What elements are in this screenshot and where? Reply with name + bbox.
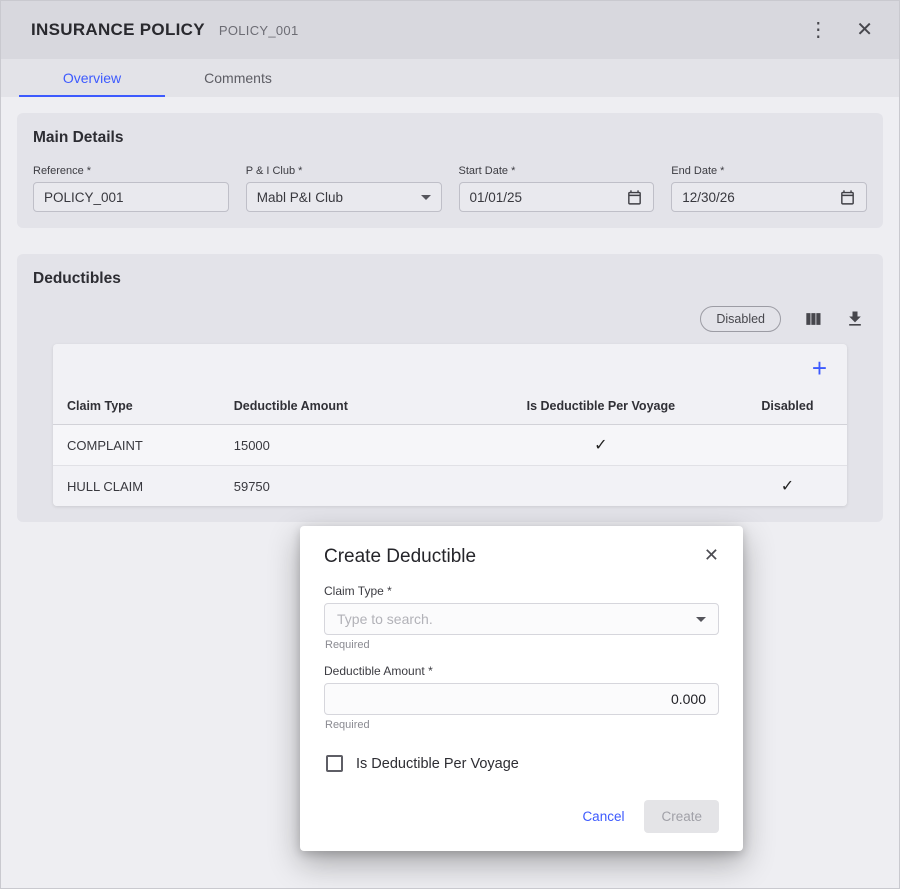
end-date-input[interactable]: 12/30/26 xyxy=(671,182,867,212)
cell-amount: 59750 xyxy=(220,466,474,507)
main-details-panel: Main Details Reference * P & I Club * Ma… xyxy=(17,113,883,228)
amount-required-hint: Required xyxy=(325,719,719,731)
claim-type-required-hint: Required xyxy=(325,639,719,651)
col-disabled: Disabled xyxy=(728,388,847,425)
dialog-header: Create Deductible ✕ xyxy=(324,546,719,568)
end-date-field: End Date * 12/30/26 xyxy=(671,165,867,212)
deductible-amount-label: Deductible Amount * xyxy=(324,664,719,678)
tab-overview[interactable]: Overview xyxy=(19,59,165,97)
check-icon xyxy=(728,425,847,466)
cell-amount: 15000 xyxy=(220,425,474,466)
check-icon xyxy=(474,466,728,507)
deductibles-table-card: + Claim Type Deductible Amount Is Deduct… xyxy=(53,344,847,506)
deductibles-title: Deductibles xyxy=(33,270,867,288)
check-icon: ✓ xyxy=(474,425,728,466)
claim-type-label: Claim Type * xyxy=(324,584,719,598)
club-select[interactable]: Mabl P&I Club xyxy=(246,182,442,212)
table-row[interactable]: HULL CLAIM 59750 ✓ xyxy=(53,466,847,507)
dialog-title: Create Deductible xyxy=(324,546,476,568)
start-date-label: Start Date * xyxy=(459,165,655,177)
chevron-down-icon xyxy=(421,195,431,200)
deductible-amount-input[interactable] xyxy=(324,683,719,715)
download-icon[interactable] xyxy=(845,309,865,329)
create-deductible-dialog: Create Deductible ✕ Claim Type * Require… xyxy=(300,526,743,851)
reference-label: Reference * xyxy=(33,165,229,177)
start-date-value: 01/01/25 xyxy=(470,190,523,205)
start-date-field: Start Date * 01/01/25 xyxy=(459,165,655,212)
tab-comments[interactable]: Comments xyxy=(165,59,311,97)
is-deductible-per-voyage-checkbox[interactable]: Is Deductible Per Voyage xyxy=(326,755,719,772)
checkbox-label: Is Deductible Per Voyage xyxy=(356,756,519,772)
col-claim-type: Claim Type xyxy=(53,388,220,425)
columns-icon[interactable] xyxy=(803,309,823,329)
tab-comments-label: Comments xyxy=(204,70,272,86)
table-header-row: Claim Type Deductible Amount Is Deductib… xyxy=(53,388,847,425)
deductible-amount-field: Deductible Amount * Required xyxy=(324,664,719,731)
kebab-menu-icon[interactable]: ⋮ xyxy=(808,20,828,40)
title-group: INSURANCE POLICY POLICY_001 xyxy=(31,20,298,40)
main-content: Main Details Reference * P & I Club * Ma… xyxy=(1,97,899,538)
page-title: INSURANCE POLICY xyxy=(31,20,205,40)
disabled-filter-button[interactable]: Disabled xyxy=(700,306,781,332)
claim-type-combo[interactable] xyxy=(324,603,719,635)
insurance-policy-window: INSURANCE POLICY POLICY_001 ⋮ ✕ Overview… xyxy=(0,0,900,889)
add-deductible-button[interactable]: + xyxy=(812,356,827,380)
disabled-filter-label: Disabled xyxy=(716,312,765,326)
deductibles-panel: Deductibles Disabled + xyxy=(17,254,883,522)
window-header: INSURANCE POLICY POLICY_001 ⋮ ✕ xyxy=(1,1,899,59)
header-actions: ⋮ ✕ xyxy=(808,20,873,40)
check-icon: ✓ xyxy=(728,466,847,507)
reference-input[interactable] xyxy=(33,182,229,212)
calendar-icon xyxy=(839,189,856,206)
chevron-down-icon xyxy=(696,617,706,622)
policy-id: POLICY_001 xyxy=(219,23,299,38)
main-details-fields: Reference * P & I Club * Mabl P&I Club S… xyxy=(33,165,867,212)
start-date-input[interactable]: 01/01/25 xyxy=(459,182,655,212)
club-field: P & I Club * Mabl P&I Club xyxy=(246,165,442,212)
table-row[interactable]: COMPLAINT 15000 ✓ xyxy=(53,425,847,466)
end-date-label: End Date * xyxy=(671,165,867,177)
tab-bar: Overview Comments xyxy=(1,59,899,97)
claim-type-field: Claim Type * Required xyxy=(324,584,719,651)
cancel-button[interactable]: Cancel xyxy=(576,801,630,832)
club-label: P & I Club * xyxy=(246,165,442,177)
dialog-close-icon[interactable]: ✕ xyxy=(704,546,719,564)
create-button[interactable]: Create xyxy=(644,800,719,833)
table-actions: + xyxy=(53,344,847,388)
calendar-icon xyxy=(626,189,643,206)
close-icon[interactable]: ✕ xyxy=(856,20,873,40)
main-details-title: Main Details xyxy=(33,129,867,147)
dialog-footer: Cancel Create xyxy=(324,800,719,833)
deductibles-table: Claim Type Deductible Amount Is Deductib… xyxy=(53,388,847,506)
deductibles-toolbar: Disabled xyxy=(33,306,865,332)
end-date-value: 12/30/26 xyxy=(682,190,735,205)
tab-overview-label: Overview xyxy=(63,70,121,86)
col-deductible-amount: Deductible Amount xyxy=(220,388,474,425)
col-is-deductible-per-voyage: Is Deductible Per Voyage xyxy=(474,388,728,425)
checkbox-icon[interactable] xyxy=(326,755,343,772)
claim-type-search-input[interactable] xyxy=(335,610,696,628)
cell-claim-type: COMPLAINT xyxy=(53,425,220,466)
cell-claim-type: HULL CLAIM xyxy=(53,466,220,507)
club-value: Mabl P&I Club xyxy=(257,190,343,205)
reference-field: Reference * xyxy=(33,165,229,212)
